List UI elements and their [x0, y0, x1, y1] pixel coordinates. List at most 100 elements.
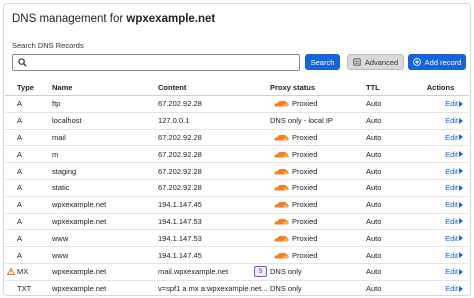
edit-link[interactable]: Edit	[445, 99, 463, 108]
record-type: A	[17, 183, 23, 193]
edit-link[interactable]: Edit	[445, 284, 463, 293]
edit-link[interactable]: Edit	[445, 267, 463, 276]
orange-cloud-icon	[274, 218, 289, 225]
edit-link[interactable]: Edit	[445, 251, 463, 260]
search-field[interactable]	[12, 54, 300, 71]
proxy-status-text: Proxied	[292, 99, 318, 109]
proxy-status-text: DNS only - local IP	[270, 116, 333, 126]
edit-link[interactable]: Edit	[445, 234, 463, 243]
title-domain: wpxexample.net	[126, 13, 216, 25]
record-type: A	[17, 99, 23, 109]
add-record-button[interactable]: Add record	[408, 54, 466, 70]
edit-link[interactable]: Edit	[445, 150, 463, 159]
cell-ttl: Auto	[366, 179, 412, 197]
table-row: TXT wpxexample.net v=spf1 a mx a:wpxexampl…	[5, 280, 469, 295]
cell-actions: Edit	[412, 213, 469, 231]
edit-label: Edit	[445, 183, 458, 193]
cell-name: mail	[52, 129, 158, 147]
column-header-name[interactable]: Name	[52, 79, 158, 96]
cell-ttl: Auto	[366, 280, 412, 295]
edit-link[interactable]: Edit	[445, 183, 463, 192]
cell-type: A	[5, 229, 52, 248]
caret-right-icon	[459, 100, 463, 107]
priority-badge: 5	[254, 266, 267, 278]
cell-proxy-status: Proxied	[270, 162, 366, 180]
edit-label: Edit	[445, 216, 458, 226]
cell-proxy-status: Proxied	[270, 145, 366, 164]
cell-content: v=spf1 a mx a:wpxexample.net...	[158, 280, 270, 295]
cell-ttl: Auto	[366, 196, 412, 214]
cell-content: 194.1.147.45	[158, 196, 270, 214]
cell-name: wpxexample.net	[52, 213, 158, 231]
cell-name: wpxexample.net	[52, 263, 158, 281]
record-content: 67.202.92.28	[158, 132, 202, 142]
orange-cloud-icon	[274, 134, 289, 141]
table-row: Amail 67.202.92.28 Proxied Auto Edit	[5, 129, 469, 147]
cell-actions: Edit	[412, 179, 469, 197]
caret-right-icon	[459, 117, 463, 124]
proxy-status-text: Proxied	[292, 183, 318, 193]
record-type: A	[17, 149, 23, 159]
advanced-icon	[353, 58, 361, 66]
search-button[interactable]: Search	[305, 54, 340, 70]
column-header-content[interactable]: Content	[158, 79, 270, 96]
cell-ttl: Auto	[366, 145, 412, 164]
cell-type: A	[5, 196, 52, 214]
record-content: 127.0.0.1	[158, 116, 190, 126]
orange-cloud-icon	[274, 100, 289, 107]
record-type: A	[17, 216, 23, 226]
cell-actions: Edit	[412, 129, 469, 147]
cell-actions: Edit	[412, 112, 469, 130]
table-row: MX wpxexample.net mail.wpxexample.net 5 DNS …	[5, 263, 469, 281]
cell-content: 67.202.92.28	[158, 95, 270, 113]
edit-link[interactable]: Edit	[445, 133, 463, 142]
cell-proxy-status: Proxied	[270, 196, 366, 214]
cell-actions: Edit	[412, 246, 469, 264]
cell-proxy-status: DNS only	[270, 280, 366, 295]
caret-right-icon	[459, 151, 463, 158]
cell-name: www	[52, 246, 158, 264]
table-row: Awww 194.1.147.45 Proxied Auto Edit	[5, 246, 469, 264]
add-record-button-label: Add record	[424, 57, 462, 67]
edit-label: Edit	[445, 132, 458, 142]
orange-cloud-icon	[274, 252, 289, 259]
table-row: Awpxexample.net 194.1.147.45 Proxied Auto Ed…	[5, 196, 469, 214]
advanced-button-label: Advanced	[364, 57, 399, 67]
edit-link[interactable]: Edit	[445, 116, 463, 125]
cell-name: wpxexample.net	[52, 196, 158, 214]
column-header-type[interactable]: Type	[5, 79, 52, 96]
proxy-status-text: Proxied	[292, 166, 318, 176]
cell-name: m	[52, 145, 158, 164]
edit-link[interactable]: Edit	[445, 217, 463, 226]
column-header-ttl[interactable]: TTL	[366, 79, 412, 96]
advanced-button[interactable]: Advanced	[347, 54, 404, 70]
cell-content: 127.0.0.1	[158, 112, 270, 130]
column-header-proxy-status[interactable]: Proxy status	[270, 79, 366, 96]
cell-actions: Edit	[412, 229, 469, 248]
cell-actions: Edit	[412, 196, 469, 214]
search-button-label: Search	[310, 57, 335, 67]
search-input[interactable]	[31, 56, 293, 68]
cell-name: www	[52, 229, 158, 248]
record-content: 194.1.147.45	[158, 200, 202, 210]
table-row: Alocalhost 127.0.0.1 DNS only - local IP Au…	[5, 112, 469, 130]
cell-name: localhost	[52, 112, 158, 130]
cell-content: 194.1.147.53	[158, 229, 270, 248]
cell-name: wpxexample.net	[52, 280, 158, 295]
record-type: A	[17, 166, 23, 176]
edit-link[interactable]: Edit	[445, 200, 463, 209]
cell-content: 67.202.92.28	[158, 179, 270, 197]
cell-type: A	[5, 162, 52, 180]
proxy-status-text: Proxied	[292, 149, 318, 159]
proxy-status-text: DNS only	[270, 284, 302, 294]
table-row: Awww 194.1.147.53 Proxied Auto Edit	[5, 229, 469, 248]
table-row: Astaging 67.202.92.28 Proxied Auto Edit	[5, 162, 469, 180]
orange-cloud-icon	[274, 235, 289, 242]
cell-content: 67.202.92.28	[158, 145, 270, 164]
cell-ttl: Auto	[366, 112, 412, 130]
cell-content: 194.1.147.45	[158, 246, 270, 264]
edit-link[interactable]: Edit	[445, 167, 463, 176]
cell-ttl: Auto	[366, 95, 412, 113]
cell-actions: Edit	[412, 145, 469, 164]
edit-label: Edit	[445, 267, 458, 277]
